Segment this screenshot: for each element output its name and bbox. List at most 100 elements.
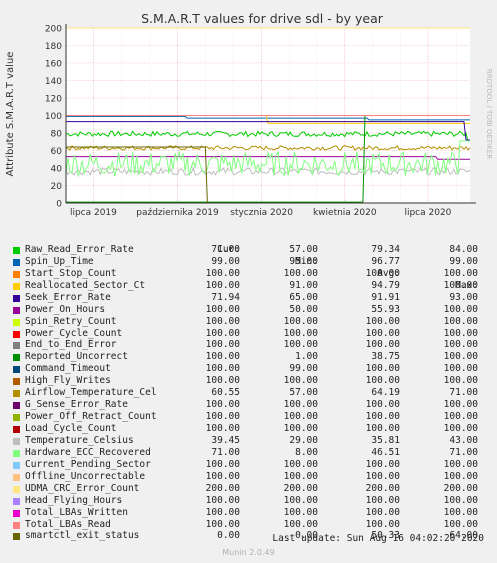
y-tick-label: 40 bbox=[51, 165, 63, 175]
legend-row: Command_Timeout 100.00 99.00 100.00 100.00 bbox=[12, 363, 492, 375]
legend-row: Power_Cycle_Count 100.00 100.00 100.00 100.0… bbox=[12, 328, 492, 340]
legend-row: Total_LBAs_Read 100.00 100.00 100.00 100.00 bbox=[12, 519, 492, 531]
y-tick-label: 140 bbox=[45, 77, 62, 87]
legend-row: Head_Flying_Hours 100.00 100.00 100.00 100.0… bbox=[12, 495, 492, 507]
legend-series-name: Reallocated_Sector_Ct bbox=[25, 279, 146, 291]
y-axis-label: Attribute S.M.A.R.T value bbox=[5, 52, 16, 177]
legend-value-min: 100.00 bbox=[283, 494, 318, 506]
legend-value-min: 100.00 bbox=[283, 267, 318, 279]
legend-swatch bbox=[13, 318, 20, 326]
legend-value-min: 57.00 bbox=[289, 387, 318, 399]
legend-value-cur: 100.00 bbox=[205, 411, 240, 423]
y-tick-label: 20 bbox=[51, 182, 63, 192]
rrdtool-watermark: RRDTOOL / TOBI OETIKER bbox=[485, 69, 493, 159]
legend-value-cur: 100.00 bbox=[205, 375, 240, 387]
legend-swatch bbox=[13, 246, 20, 254]
legend-value-min: 100.00 bbox=[283, 423, 318, 434]
legend-value-max: 100.00 bbox=[443, 375, 478, 387]
legend-value-avg: 100.00 bbox=[365, 423, 400, 434]
legend-value-min: 1.00 bbox=[295, 351, 318, 363]
legend-series-name: Power_On_Hours bbox=[25, 303, 106, 315]
legend-row: Power_Off_Retract_Count 100.00 100.00 100.0… bbox=[12, 411, 492, 423]
y-tick-label: 120 bbox=[45, 95, 62, 105]
legend-value-min: 91.00 bbox=[289, 279, 318, 291]
legend-value-max: 93.00 bbox=[449, 291, 478, 303]
x-tick-label: października 2019 bbox=[136, 208, 219, 218]
legend-row: Current_Pending_Sector 100.00 100.00 100.00… bbox=[12, 459, 492, 471]
legend-series-name: Start_Stop_Count bbox=[25, 267, 117, 279]
legend-value-cur: 71.00 bbox=[211, 243, 240, 255]
legend-row: Power_On_Hours 100.00 50.00 55.93 100.00 bbox=[12, 304, 492, 316]
x-tick-labels: lipca 2019 października 2019 stycznia 2020… bbox=[70, 208, 452, 218]
legend-swatch bbox=[13, 509, 20, 517]
legend-value-max: 100.00 bbox=[443, 506, 478, 518]
x-tick-label: lipca 2020 bbox=[404, 208, 451, 218]
legend-swatch bbox=[13, 521, 20, 529]
legend-swatch bbox=[13, 294, 20, 302]
legend-value-avg: 100.00 bbox=[365, 399, 400, 411]
legend-swatch bbox=[13, 414, 20, 422]
legend-series-name: Head_Flying_Hours bbox=[25, 494, 123, 506]
legend-swatch bbox=[13, 449, 20, 457]
legend-series-name: Raw_Read_Error_Rate bbox=[25, 243, 134, 255]
legend-series-name: Power_Cycle_Count bbox=[25, 327, 123, 339]
legend-value-cur: 100.00 bbox=[205, 458, 240, 470]
legend-series-name: Current_Pending_Sector bbox=[25, 458, 151, 470]
legend-value-cur: 100.00 bbox=[205, 399, 240, 411]
legend-swatch bbox=[13, 461, 20, 469]
legend-swatch bbox=[13, 330, 20, 338]
legend-swatch bbox=[13, 366, 20, 374]
legend-value-cur: 100.00 bbox=[205, 518, 240, 530]
legend-value-avg: 200.00 bbox=[365, 482, 400, 494]
legend-series-name: Load_Cycle_Count bbox=[25, 423, 117, 434]
legend-swatch bbox=[13, 426, 20, 433]
legend-value-cur: 100.00 bbox=[205, 363, 240, 375]
legend-value-cur: 99.00 bbox=[211, 255, 240, 267]
legend-value-max: 100.00 bbox=[443, 518, 478, 530]
legend-swatch bbox=[13, 270, 20, 278]
legend-row: Spin_Up_Time 99.00 95.00 96.77 99.00 bbox=[12, 256, 492, 268]
legend-row: Reallocated_Sector_Ct 100.00 91.00 94.79 100… bbox=[12, 280, 492, 292]
legend-series-name: Power_Off_Retract_Count bbox=[25, 411, 157, 423]
legend-series-name: End_to_End_Error bbox=[25, 339, 117, 351]
legend-value-cur: 100.00 bbox=[205, 327, 240, 339]
legend-row: Load_Cycle_Count 100.00 100.00 100.00 100.00 bbox=[12, 423, 492, 435]
legend-value-min: 100.00 bbox=[283, 375, 318, 387]
legend-value-cur: 100.00 bbox=[205, 351, 240, 363]
legend-value-max: 100.00 bbox=[443, 494, 478, 506]
legend-series-name: Temperature_Celsius bbox=[25, 434, 134, 446]
legend-swatch bbox=[13, 342, 20, 350]
legend-series-name: Total_LBAs_Written bbox=[25, 506, 128, 518]
legend-value-avg: 100.00 bbox=[365, 458, 400, 470]
legend-value-min: 100.00 bbox=[283, 339, 318, 351]
legend-value-max: 100.00 bbox=[443, 279, 478, 291]
legend-value-cur: 200.00 bbox=[205, 482, 240, 494]
legend-value-max: 100.00 bbox=[443, 315, 478, 327]
legend-series-name: Hardware_ECC_Recovered bbox=[25, 446, 151, 458]
chart-area: S.M.A.R.T values for drive sdl - by year… bbox=[5, 11, 493, 218]
legend-value-avg: 55.93 bbox=[371, 303, 400, 315]
legend-row: G_Sense_Error_Rate 100.00 100.00 100.00 100.… bbox=[12, 399, 492, 411]
legend-swatch bbox=[13, 306, 20, 314]
legend-swatch bbox=[13, 378, 20, 386]
legend-value-avg: 100.00 bbox=[365, 375, 400, 387]
legend-swatch bbox=[13, 354, 20, 362]
legend-value-avg: 79.34 bbox=[371, 243, 400, 255]
legend-value-avg: 100.00 bbox=[365, 506, 400, 518]
legend: Cur: Min: Avg: Max: Raw_Read_Error_Rate 7… bbox=[12, 232, 492, 542]
legend-swatch bbox=[13, 390, 20, 398]
legend-value-avg: 100.00 bbox=[365, 494, 400, 506]
legend-value-max: 99.00 bbox=[449, 255, 478, 267]
legend-header: Cur: Min: Avg: Max: bbox=[12, 232, 492, 291]
legend-swatch bbox=[13, 497, 20, 505]
legend-value-avg: 91.91 bbox=[371, 291, 400, 303]
legend-value-avg: 100.00 bbox=[365, 363, 400, 375]
legend-value-min: 57.00 bbox=[289, 243, 318, 255]
y-tick-labels: 0 20 40 60 80 100 120 140 160 180 200 bbox=[45, 25, 62, 210]
legend-value-cur: 100.00 bbox=[205, 494, 240, 506]
legend-row: Temperature_Celsius 39.45 29.00 35.81 43.00 bbox=[12, 435, 492, 447]
legend-value-max: 100.00 bbox=[443, 363, 478, 375]
legend-value-min: 100.00 bbox=[283, 470, 318, 482]
y-tick-label: 200 bbox=[45, 25, 62, 35]
legend-series-name: Offline_Uncorrectable bbox=[25, 470, 146, 482]
